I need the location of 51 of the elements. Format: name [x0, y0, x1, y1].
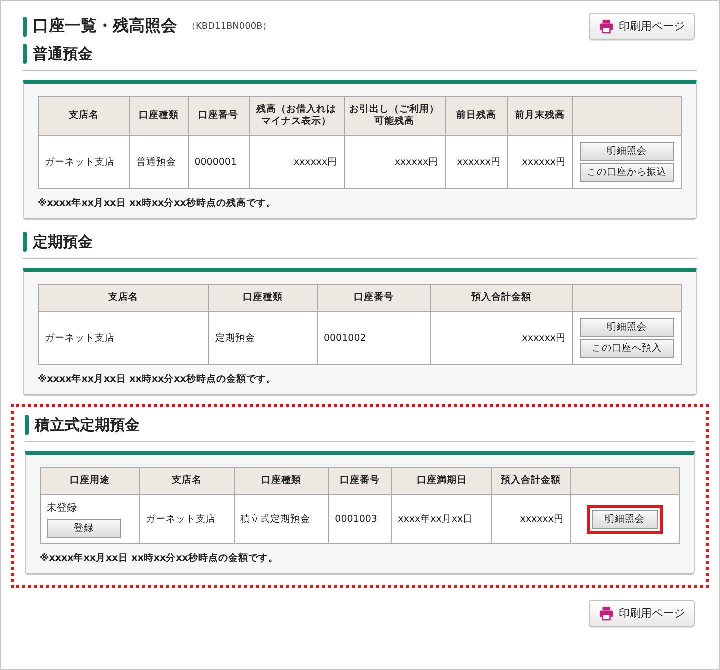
column-header: 口座番号	[317, 284, 431, 312]
column-header: 支店名	[38, 284, 209, 312]
action-button[interactable]: この口座へ預入	[580, 339, 674, 358]
screen-code: （KBD11BN000B）	[187, 21, 272, 33]
section-heading: 積立式定期預金	[35, 416, 140, 434]
column-header: 預入合計金額	[430, 284, 572, 312]
column-header: 前日残高	[445, 96, 508, 136]
column-header: 支店名	[140, 468, 234, 494]
table-cell: xxxx年xx月xx日	[392, 494, 492, 544]
table-cell: xxxxxx円	[430, 312, 572, 364]
status-text: 未登録	[47, 502, 78, 514]
column-header: 残高（お借入れはマイナス表示）	[249, 96, 344, 136]
table-cell: xxxxxx円	[492, 494, 570, 544]
column-header: 口座用途	[40, 468, 140, 494]
section-heading: 普通預金	[33, 44, 93, 64]
footnote: ※xxxx年xx月xx日 xx時xx分xx秒時点の残高です。	[38, 197, 278, 210]
table-cell: 0000001	[188, 136, 250, 188]
column-header: 口座種類	[130, 96, 188, 136]
table-cell: ガーネット支店	[38, 312, 209, 364]
section-heading: 定期預金	[33, 232, 93, 252]
table-cell: xxxxxx円	[344, 136, 446, 188]
table-cell: xxxxxx円	[508, 136, 572, 188]
column-header: 支店名	[38, 96, 130, 136]
table-cell: 普通預金	[130, 136, 188, 188]
column-header: 口座番号	[328, 468, 392, 494]
table-cell: 積立式定期預金	[234, 494, 329, 544]
table-cell: xxxxxx円	[249, 136, 344, 188]
register-button[interactable]: 登録	[47, 518, 121, 538]
column-header: 口座種類	[234, 468, 329, 494]
column-header: お引出し（ご利用）可能残高	[344, 96, 446, 136]
table-cell: ガーネット支店	[38, 136, 130, 188]
page-title: 口座一覧・残高照会	[33, 16, 177, 37]
column-header: 前月末残高	[508, 96, 572, 136]
column-header: 口座番号	[188, 96, 250, 136]
column-header: 口座種類	[208, 284, 318, 312]
table-cell: ガーネット支店	[140, 494, 234, 544]
column-header: 口座満期日	[392, 468, 492, 494]
printer-icon	[599, 19, 614, 34]
column-header: 預入合計金額	[492, 468, 570, 494]
print-page-button[interactable]: 印刷用ページ	[589, 13, 695, 40]
table-cell: 0001003	[328, 494, 392, 544]
action-button[interactable]: 明細照会	[580, 318, 674, 337]
print-page-button[interactable]: 印刷用ページ	[589, 600, 695, 627]
footnote: ※xxxx年xx月xx日 xx時xx分xx秒時点の金額です。	[38, 373, 278, 386]
printer-icon	[599, 606, 614, 621]
footnote: ※xxxx年xx月xx日 xx時xx分xx秒時点の金額です。	[40, 552, 280, 565]
action-button[interactable]: 明細照会	[580, 142, 674, 161]
table-cell: 定期預金	[208, 312, 318, 364]
table-cell: xxxxxx円	[445, 136, 508, 188]
action-button[interactable]: この口座から振込	[580, 163, 674, 182]
table-cell: 0001002	[317, 312, 431, 364]
